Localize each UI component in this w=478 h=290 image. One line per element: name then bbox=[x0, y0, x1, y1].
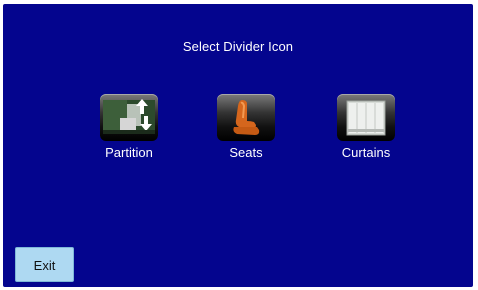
partition-icon bbox=[103, 99, 155, 134]
seat-icon bbox=[233, 100, 260, 135]
partition-tile[interactable] bbox=[100, 94, 158, 141]
divider-select-screen: Select Divider Icon Partition Seats Curt… bbox=[3, 4, 473, 287]
curtains-icon bbox=[346, 100, 386, 136]
curtains-tile[interactable] bbox=[337, 94, 395, 141]
seats-option[interactable]: Seats bbox=[196, 94, 296, 160]
seats-label: Seats bbox=[229, 145, 263, 160]
page-title: Select Divider Icon bbox=[182, 39, 294, 54]
curtains-option[interactable]: Curtains bbox=[316, 94, 416, 160]
curtains-label: Curtains bbox=[341, 145, 391, 160]
partition-option[interactable]: Partition bbox=[79, 94, 179, 160]
seats-tile[interactable] bbox=[217, 94, 275, 141]
partition-label: Partition bbox=[105, 145, 153, 160]
exit-button[interactable]: Exit bbox=[15, 247, 74, 282]
